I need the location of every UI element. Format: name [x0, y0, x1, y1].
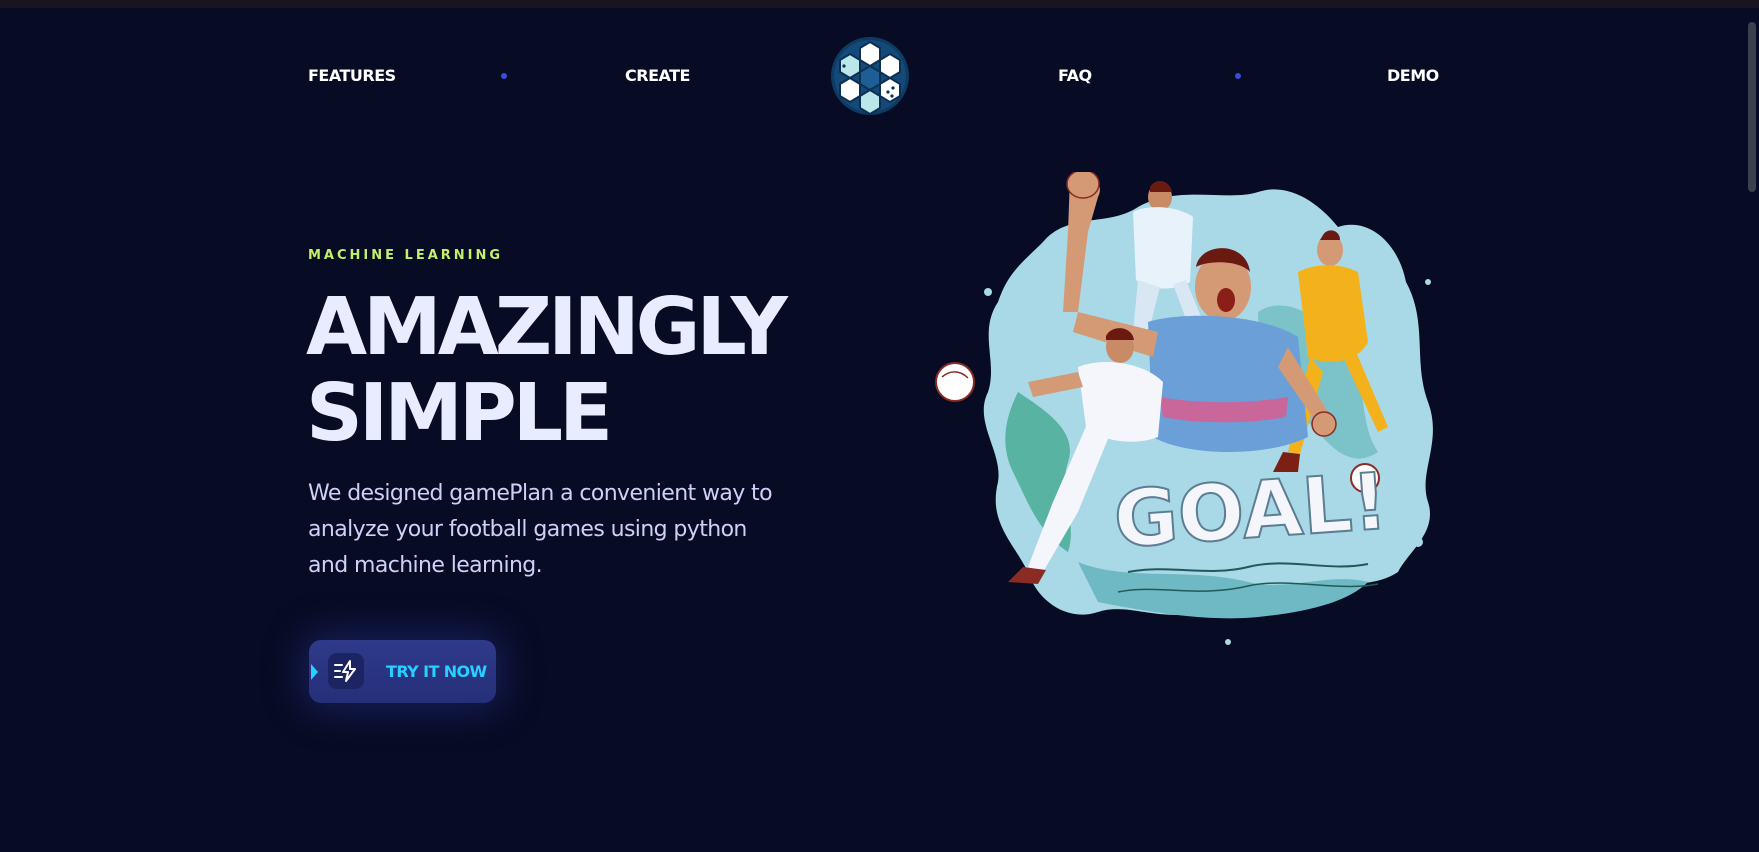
hero-headline-line-2: SIMPLE [306, 367, 613, 459]
page-scrollbar[interactable] [1745, 8, 1759, 852]
browser-top-edge [0, 0, 1759, 8]
button-accent-notch [311, 664, 318, 680]
nav-link-demo[interactable]: DEMO [1387, 66, 1439, 85]
football-players-goal-illustration: GOAL! [928, 169, 1448, 652]
try-it-now-button[interactable]: TRY IT NOW [309, 640, 496, 703]
soccer-ball-hex-icon[interactable] [830, 36, 910, 116]
hero-headline: AMAZINGLY SIMPLE [306, 281, 788, 459]
try-it-now-label: TRY IT NOW [386, 662, 487, 681]
nav-link-features[interactable]: FEATURES [308, 66, 396, 85]
nav-separator-dot [501, 73, 507, 79]
hero-eyebrow: MACHINE LEARNING [308, 248, 504, 263]
bolt-lines-icon [328, 653, 364, 689]
svg-text:GOAL!: GOAL! [1111, 457, 1391, 566]
scrollbar-thumb[interactable] [1748, 22, 1756, 192]
nav-link-create[interactable]: CREATE [625, 66, 690, 85]
nav-separator-dot [1235, 73, 1241, 79]
hero-description: We designed gamePlan a convenient way to… [308, 481, 773, 578]
hero-headline-line-1: AMAZINGLY [306, 281, 788, 373]
landing-page [0, 8, 1745, 852]
nav-link-faq[interactable]: FAQ [1058, 66, 1092, 85]
